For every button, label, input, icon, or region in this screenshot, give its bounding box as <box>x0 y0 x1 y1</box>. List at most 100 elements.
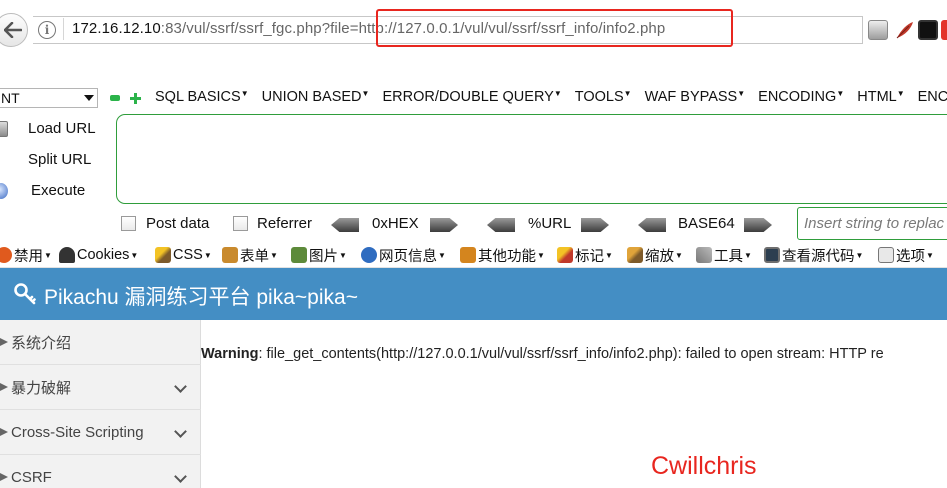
dev-forms-menu[interactable]: 表单 ▼ <box>222 245 278 265</box>
menu-label: TOOLS <box>574 89 624 105</box>
hackbar-menu: SQL BASICS▼ UNION BASED▼ ERROR/DOUBLE QU… <box>155 89 947 105</box>
url-encode-arrow-icon[interactable] <box>581 218 609 232</box>
extension-icon[interactable] <box>941 20 947 40</box>
dev-css-menu[interactable]: CSS ▼ <box>155 245 212 265</box>
sidebar-item-label: 系统介绍 <box>11 334 72 352</box>
caret-right-icon <box>0 382 8 392</box>
insert-string-placeholder: Insert string to replac <box>804 215 945 232</box>
warning-label: Warning <box>201 346 259 362</box>
dev-cookies-menu[interactable]: Cookies ▼ <box>59 245 138 265</box>
sidebar-item-csrf[interactable]: CSRF <box>0 455 201 488</box>
menu-waf-bypass[interactable]: WAF BYPASS▼ <box>645 89 746 105</box>
menu-label: UNION BASED <box>261 89 362 105</box>
dropdown-arrow-icon <box>84 95 94 101</box>
warning-text: : file_get_contents(http://127.0.0.1/vul… <box>258 346 884 362</box>
misc-book-icon <box>460 247 476 263</box>
feather-icon[interactable] <box>895 20 915 40</box>
base64-decode-arrow-icon[interactable] <box>638 218 666 232</box>
caret-icon: ▼ <box>339 250 347 260</box>
menu-label: ERROR/DOUBLE QUERY <box>382 89 554 105</box>
back-arrow-icon <box>4 22 22 38</box>
execute-icon <box>0 182 8 199</box>
site-header: Pikachu 漏洞练习平台 pika~pika~ <box>0 268 947 320</box>
sidebar-item-brute-force[interactable]: 暴力破解 <box>0 365 201 410</box>
caret-right-icon <box>0 472 8 482</box>
sidebar-item-intro[interactable]: 系统介绍 <box>0 320 201 365</box>
dev-disable-menu[interactable]: 禁用 ▼ <box>0 245 52 265</box>
hackbar-select[interactable]: NT <box>0 88 98 108</box>
menu-sql-basics[interactable]: SQL BASICS▼ <box>155 89 249 105</box>
caret-icon: ▼ <box>926 250 934 260</box>
minus-icon[interactable] <box>110 95 120 101</box>
outline-pencil-icon <box>557 247 573 263</box>
disable-icon <box>0 247 12 263</box>
url-host: 172.16.12.10 <box>72 20 161 37</box>
watermark-text: Cwillchris <box>651 452 757 480</box>
dev-menu-label: 查看源代码 <box>782 248 855 265</box>
printer-icon[interactable] <box>868 20 888 40</box>
caret-icon: ▼ <box>737 89 746 98</box>
menu-label: ENCODING <box>758 89 837 105</box>
sidebar-item-label: Cross-Site Scripting <box>11 423 144 441</box>
menu-enc[interactable]: ENC <box>918 89 947 105</box>
flag-icon[interactable] <box>918 20 938 40</box>
hackbar-url-textarea[interactable] <box>116 114 947 204</box>
load-url-label: Load URL <box>28 120 96 137</box>
dev-menu-label: 选项 <box>896 248 925 265</box>
base64-label: BASE64 <box>678 215 735 232</box>
info-icon[interactable]: i <box>38 21 56 39</box>
cookies-icon <box>59 247 75 263</box>
chevron-down-icon <box>174 380 187 393</box>
menu-tools[interactable]: TOOLS▼ <box>575 89 632 105</box>
dev-menu-label: 工具 <box>714 248 743 265</box>
menu-html[interactable]: HTML▼ <box>857 89 904 105</box>
dev-resize-menu[interactable]: 缩放 ▼ <box>627 245 683 265</box>
caret-icon: ▼ <box>44 250 52 260</box>
dev-menu-label: 表单 <box>240 248 269 265</box>
dev-menu-label: 网页信息 <box>379 248 437 265</box>
url-separator <box>63 18 64 40</box>
dev-options-menu[interactable]: 选项 ▼ <box>878 245 934 265</box>
sidebar-item-label: CSRF <box>11 468 52 486</box>
dev-menu-label: 禁用 <box>14 248 43 265</box>
hex-label: 0xHEX <box>372 215 419 232</box>
info-circle-icon <box>361 247 377 263</box>
caret-icon: ▼ <box>623 89 632 98</box>
dev-page-info-menu[interactable]: 网页信息 ▼ <box>361 245 446 265</box>
address-bar: i 172.16.12.10:83/vul/ssrf/ssrf_fgc.php?… <box>0 0 947 60</box>
view-source-icon <box>764 247 780 263</box>
dev-menu-label: 图片 <box>309 248 338 265</box>
menu-label: SQL BASICS <box>155 89 241 105</box>
dev-menu-label: 标记 <box>575 248 604 265</box>
caret-icon: ▼ <box>605 250 613 260</box>
execute-button[interactable]: Execute <box>0 175 114 206</box>
menu-label: ENC <box>917 89 947 105</box>
menu-union-based[interactable]: UNION BASED▼ <box>262 89 370 105</box>
split-url-button[interactable]: Split URL <box>0 144 114 175</box>
load-url-button[interactable]: Load URL <box>0 113 114 144</box>
sidebar-item-xss[interactable]: Cross-Site Scripting <box>0 410 201 455</box>
dev-tools-menu[interactable]: 工具 ▼ <box>696 245 752 265</box>
plus-icon[interactable] <box>130 93 141 104</box>
back-button[interactable] <box>0 13 28 47</box>
referrer-checkbox[interactable] <box>233 216 248 231</box>
caret-icon: ▼ <box>270 250 278 260</box>
hex-decode-arrow-icon[interactable] <box>331 218 359 232</box>
url-decode-arrow-icon[interactable] <box>487 218 515 232</box>
caret-icon: ▼ <box>240 89 249 98</box>
base64-encode-arrow-icon[interactable] <box>744 218 772 232</box>
dev-menu-label: Cookies <box>77 247 130 263</box>
caret-icon: ▼ <box>438 250 446 260</box>
dev-images-menu[interactable]: 图片 ▼ <box>291 245 347 265</box>
site-title[interactable]: Pikachu 漏洞练习平台 pika~pika~ <box>44 281 358 311</box>
dev-view-source-menu[interactable]: 查看源代码 ▼ <box>764 245 863 265</box>
menu-error-double-query[interactable]: ERROR/DOUBLE QUERY▼ <box>382 89 561 105</box>
hex-encode-arrow-icon[interactable] <box>430 218 458 232</box>
post-data-checkbox[interactable] <box>121 216 136 231</box>
caret-icon: ▼ <box>675 250 683 260</box>
insert-string-input[interactable]: Insert string to replac <box>797 207 947 240</box>
dev-outline-menu[interactable]: 标记 ▼ <box>557 245 613 265</box>
dev-misc-menu[interactable]: 其他功能 ▼ <box>460 245 545 265</box>
css-pencil-icon <box>155 247 171 263</box>
menu-encoding[interactable]: ENCODING▼ <box>758 89 844 105</box>
